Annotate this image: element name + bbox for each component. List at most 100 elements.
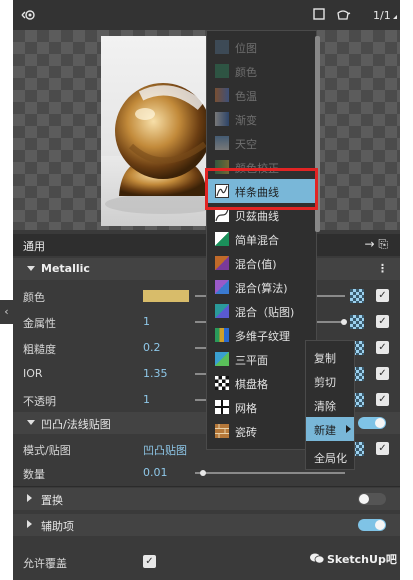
menu-item-bitmap[interactable]: 位图 xyxy=(207,35,318,59)
bump-toggle[interactable] xyxy=(358,417,386,429)
submenu-item-copy[interactable]: 复制 xyxy=(306,345,354,369)
submenu-item-label: 剪切 xyxy=(314,376,336,389)
submenu-item-new[interactable]: 新建 xyxy=(306,417,354,441)
submenu-item-label: 新建 xyxy=(314,424,336,437)
slider-knob[interactable] xyxy=(341,319,347,325)
auxiliary-toggle[interactable] xyxy=(358,519,386,531)
slider-track[interactable] xyxy=(195,472,345,474)
menu-item-label: 多维子纹理 xyxy=(235,330,290,343)
submenu-item-label: 清除 xyxy=(314,400,336,413)
menu-item-triplanar[interactable]: 三平面 xyxy=(207,347,318,371)
property-value[interactable]: 1.35 xyxy=(143,367,168,380)
more-options-icon[interactable]: ⋮ xyxy=(377,262,388,275)
checker-icon xyxy=(215,376,229,390)
watermark-label: SketchUp吧 xyxy=(327,553,397,566)
enable-checkbox[interactable]: ✓ xyxy=(376,341,389,354)
property-label: 颜色 xyxy=(23,291,45,304)
menu-item-label: 贝兹曲线 xyxy=(235,210,279,223)
enable-checkbox[interactable]: ✓ xyxy=(376,393,389,406)
teapot-icon[interactable] xyxy=(335,8,351,25)
menu-item-checker[interactable]: 棋盘格 xyxy=(207,371,318,395)
square-view-icon[interactable] xyxy=(313,8,325,23)
enable-checkbox[interactable]: ✓ xyxy=(376,289,389,302)
grid-icon xyxy=(215,400,229,414)
submenu-item-clear[interactable]: 清除 xyxy=(306,393,354,417)
multi-sub-texture-icon xyxy=(215,328,229,342)
bezier-curve-icon xyxy=(215,208,229,222)
property-value[interactable]: 1 xyxy=(143,315,150,328)
bump-mode-dropdown[interactable]: 凹凸贴图 xyxy=(143,442,187,458)
tab-general[interactable]: 通用 xyxy=(23,238,45,254)
simple-blend-icon xyxy=(215,232,229,246)
submenu-item-globalize[interactable]: 全局化 xyxy=(306,445,354,469)
menu-item-blend-texture[interactable]: 混合（贴图) xyxy=(207,299,318,323)
preview-toolbar: 1/1 xyxy=(13,0,400,30)
triplanar-icon xyxy=(215,352,229,366)
menu-item-blend-value[interactable]: 混合(值) xyxy=(207,251,318,275)
menu-item-label: 网格 xyxy=(235,402,257,415)
annotation-highlight xyxy=(205,168,318,210)
menu-item-label: 棋盘格 xyxy=(235,378,268,391)
texture-action-submenu: 复制 剪切 清除 新建 全局化 xyxy=(305,340,355,470)
menu-item-label: 位图 xyxy=(235,42,257,55)
menu-item-label: 混合(算法) xyxy=(235,282,288,295)
material-editor-panel: ‹ 1/1 通用 → ⎘ Metallic ⋮ 颜色 ✓ 金属性 1 ✓ 粗糙度… xyxy=(0,0,400,580)
displacement-toggle[interactable] xyxy=(358,493,386,505)
menu-item-label: 简单混合 xyxy=(235,234,279,247)
menu-item-grid[interactable]: 网格 xyxy=(207,395,318,419)
submenu-item-label: 全局化 xyxy=(314,452,347,465)
menu-item-blend-algorithm[interactable]: 混合(算法) xyxy=(207,275,318,299)
toggle-knob xyxy=(375,418,385,428)
bitmap-icon xyxy=(215,40,229,54)
divider xyxy=(13,486,400,487)
color-swatch[interactable] xyxy=(143,290,189,302)
property-label: IOR xyxy=(23,367,43,380)
section-label: 置换 xyxy=(41,494,63,507)
ratio-label: 1/1 xyxy=(373,9,391,22)
displacement-section-header[interactable]: 置换 xyxy=(13,488,400,510)
texture-type-menu: 位图 颜色 色温 渐变 天空 颜色校正 样条曲线 贝兹曲线 简单混合 混合(值)… xyxy=(206,30,318,450)
menu-item-color-temperature[interactable]: 色温 xyxy=(207,83,318,107)
bookmark-icon[interactable]: → ⎘ xyxy=(365,237,388,252)
property-value[interactable]: 1 xyxy=(143,393,150,406)
eye-pick-icon[interactable] xyxy=(21,8,37,25)
property-label: 不透明 xyxy=(23,395,56,408)
watermark: SketchUp吧 xyxy=(310,551,397,567)
menu-item-color[interactable]: 颜色 xyxy=(207,59,318,83)
menu-item-simple-blend[interactable]: 简单混合 xyxy=(207,227,318,251)
property-label: 金属性 xyxy=(23,317,56,330)
sky-icon xyxy=(215,136,229,150)
slider-knob[interactable] xyxy=(200,470,206,476)
color-temperature-icon xyxy=(215,88,229,102)
menu-item-sky[interactable]: 天空 xyxy=(207,131,318,155)
menu-item-label: 瓷砖 xyxy=(235,426,257,439)
collapse-panel-tab[interactable]: ‹ xyxy=(0,300,13,324)
enable-checkbox[interactable]: ✓ xyxy=(376,315,389,328)
menu-item-label: 混合（贴图) xyxy=(235,306,295,319)
allow-override-checkbox[interactable]: ✓ xyxy=(143,555,156,568)
menu-item-label: 渐变 xyxy=(235,114,257,127)
texture-slot-icon[interactable] xyxy=(350,315,364,329)
menu-item-tile[interactable]: 瓷砖 xyxy=(207,419,318,443)
material-name: Metallic xyxy=(41,262,90,275)
preview-ratio-dropdown[interactable]: 1/1 xyxy=(373,9,397,22)
enable-checkbox[interactable]: ✓ xyxy=(376,367,389,380)
color-icon xyxy=(215,64,229,78)
property-label: 模式/贴图 xyxy=(23,444,71,457)
expand-caret-icon xyxy=(27,520,32,528)
toggle-knob xyxy=(359,494,369,504)
menu-item-multi-sub-texture[interactable]: 多维子纹理 xyxy=(207,323,318,347)
menu-item-label: 色温 xyxy=(235,90,257,103)
collapse-caret-icon xyxy=(27,420,35,425)
menu-item-gradient[interactable]: 渐变 xyxy=(207,107,318,131)
collapse-caret-icon xyxy=(27,266,35,271)
auxiliary-section-header[interactable]: 辅助项 xyxy=(13,514,400,536)
enable-checkbox[interactable]: ✓ xyxy=(376,442,389,455)
tile-icon xyxy=(215,424,229,438)
property-value[interactable]: 0.2 xyxy=(143,341,161,354)
texture-slot-icon[interactable] xyxy=(350,289,364,303)
submenu-item-cut[interactable]: 剪切 xyxy=(306,369,354,393)
blend-value-icon xyxy=(215,256,229,270)
property-value[interactable]: 0.01 xyxy=(143,466,168,479)
expand-caret-icon xyxy=(27,494,32,502)
